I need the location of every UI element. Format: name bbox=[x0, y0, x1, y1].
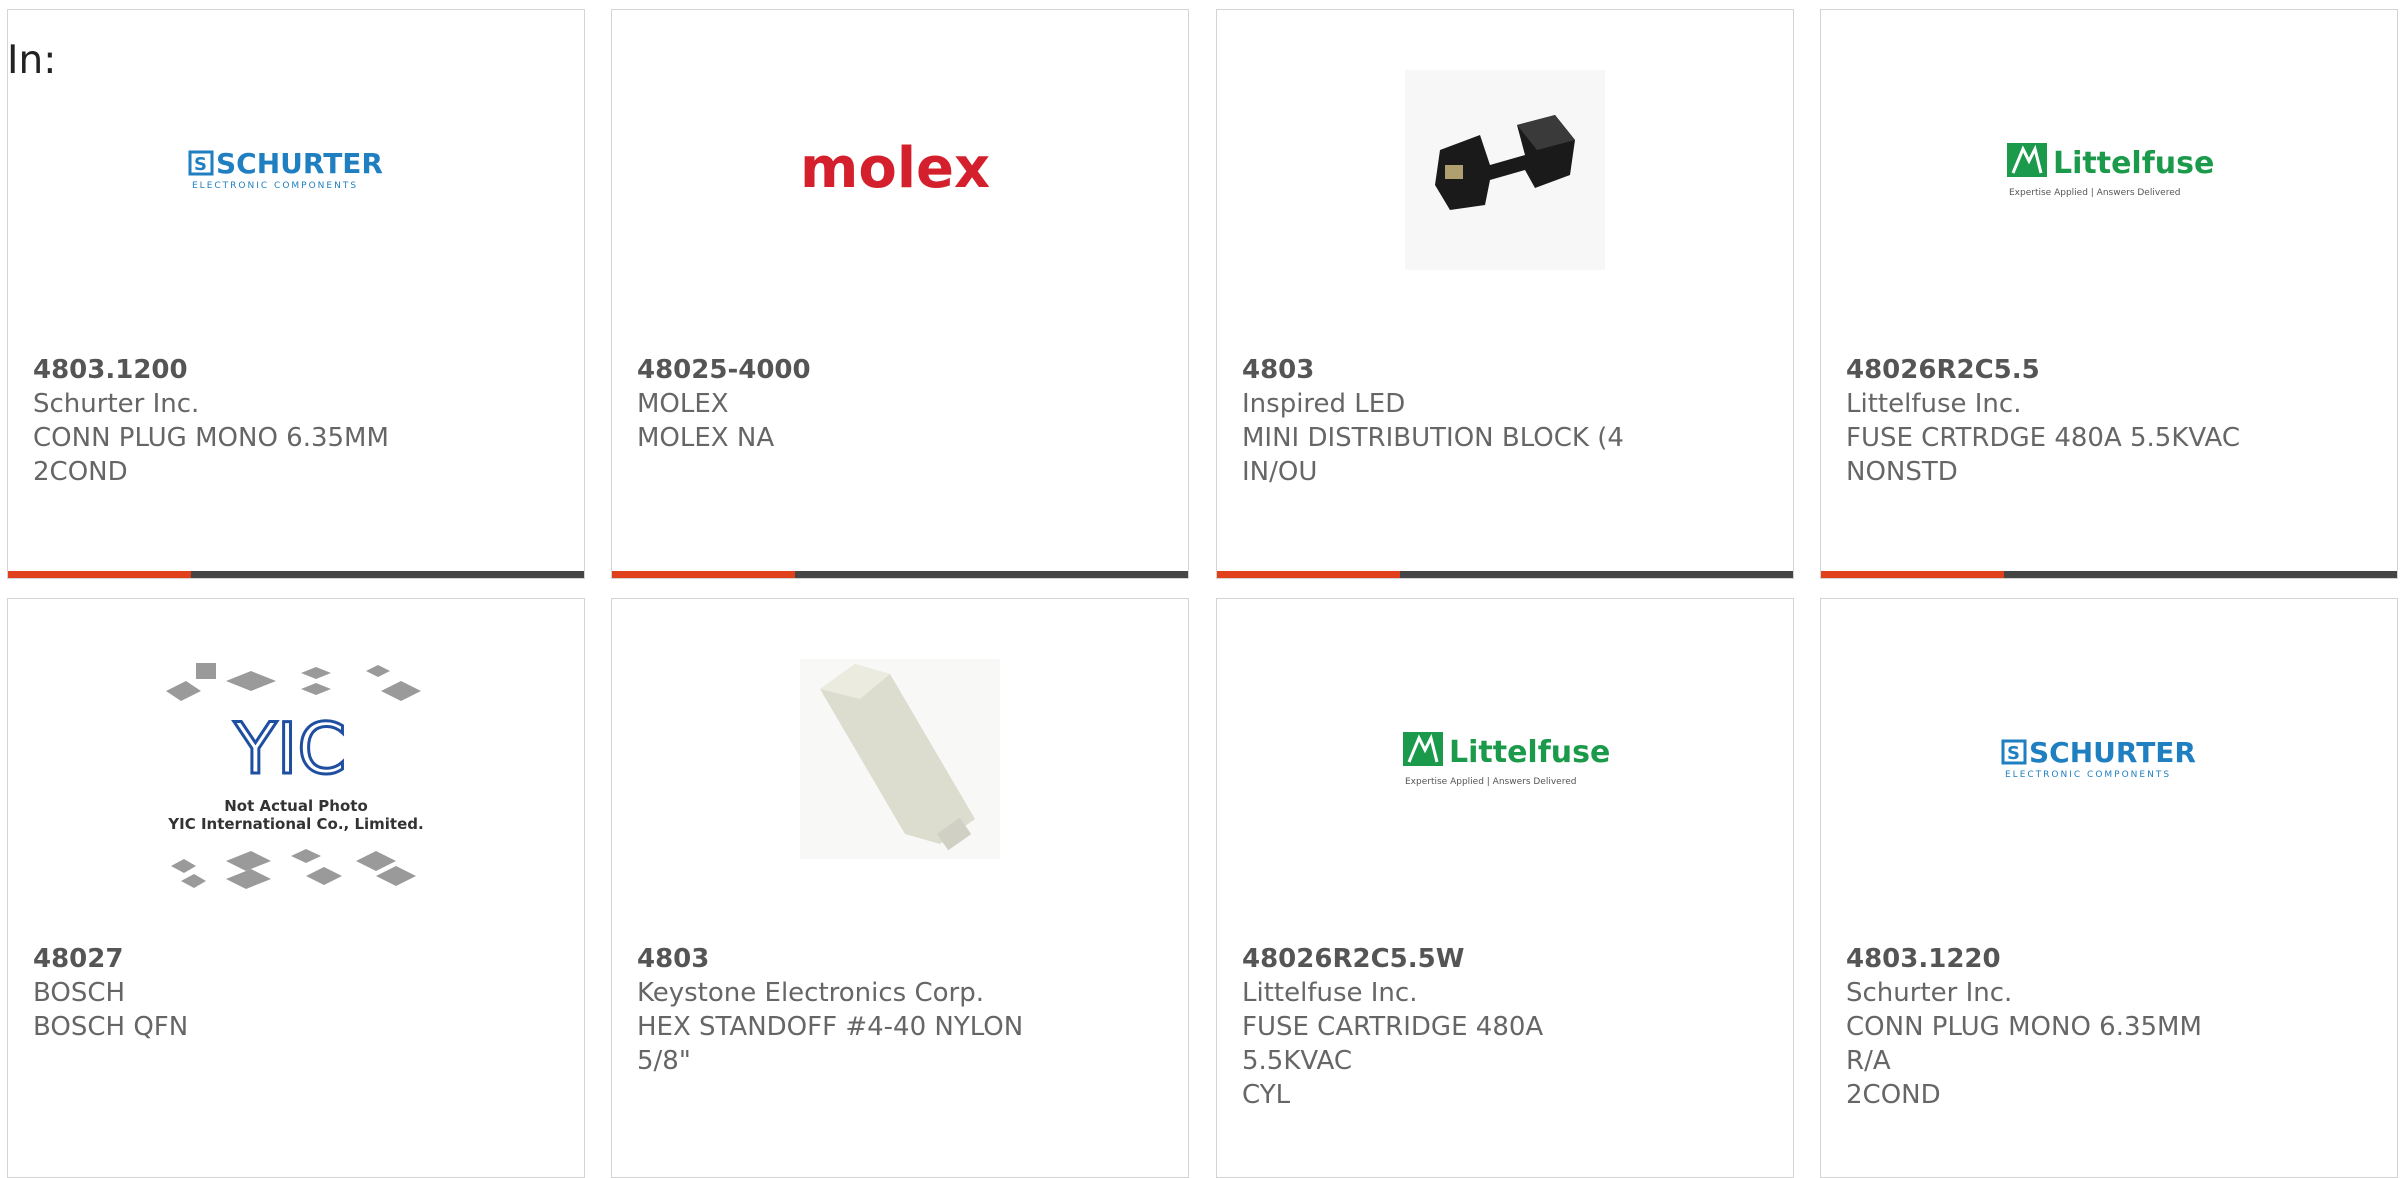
card-bar-accent bbox=[1217, 571, 1400, 578]
product-image[interactable] bbox=[1217, 50, 1793, 290]
description: CONN PLUG MONO 6.35MM bbox=[33, 423, 389, 453]
svg-text:Expertise Applied | Answers De: Expertise Applied | Answers Delivered bbox=[2009, 188, 2180, 198]
description: MOLEX NA bbox=[637, 423, 775, 453]
card-bar bbox=[8, 571, 584, 578]
svg-text:ELECTRONIC COMPONENTS: ELECTRONIC COMPONENTS bbox=[192, 181, 358, 191]
distribution-block-icon bbox=[1405, 70, 1605, 270]
manufacturer: Littelfuse Inc. bbox=[1846, 389, 2022, 419]
product-image[interactable]: S SCHURTER ELECTRONIC COMPONENTS bbox=[1821, 639, 2397, 879]
description: HEX STANDOFF #4-40 NYLON bbox=[637, 1012, 1024, 1042]
product-image[interactable]: Littelfuse Expertise Applied | Answers D… bbox=[1821, 50, 2397, 290]
littelfuse-logo-icon: Littelfuse Expertise Applied | Answers D… bbox=[1403, 732, 1610, 787]
card-bar bbox=[1821, 571, 2397, 578]
product-image[interactable]: molex bbox=[612, 50, 1188, 290]
schurter-logo-icon: S SCHURTER ELECTRONIC COMPONENTS bbox=[2001, 736, 2196, 780]
svg-text:S: S bbox=[194, 154, 207, 175]
manufacturer: BOSCH bbox=[33, 978, 126, 1008]
part-number-link[interactable]: 48026R2C5.5 bbox=[1846, 353, 2246, 387]
svg-text:SCHURTER: SCHURTER bbox=[216, 147, 383, 180]
svg-text:S: S bbox=[2007, 743, 2020, 764]
description: FUSE CARTRIDGE 480A 5.5KVAC bbox=[1242, 1012, 1544, 1076]
part-number-link[interactable]: 4803 bbox=[637, 942, 1037, 976]
description: BOSCH QFN bbox=[33, 1012, 189, 1042]
filter-label: In: bbox=[7, 38, 57, 83]
product-card[interactable]: 4803 Keystone Electronics Corp. HEX STAN… bbox=[611, 598, 1189, 1178]
part-number-link[interactable]: 4803 bbox=[1242, 353, 1642, 387]
svg-text:ELECTRONIC COMPONENTS: ELECTRONIC COMPONENTS bbox=[2005, 770, 2171, 780]
card-bar bbox=[612, 571, 1188, 578]
description-cont: 2COND bbox=[1846, 1080, 1941, 1110]
yic-placeholder-icon: YIC Not Actual Photo YIC International C… bbox=[166, 663, 424, 889]
description-cont: CYL bbox=[1242, 1080, 1291, 1110]
description-cont: NONSTD bbox=[1846, 457, 1958, 487]
product-card[interactable]: S SCHURTER ELECTRONIC COMPONENTS 4803.12… bbox=[7, 9, 585, 579]
card-bar-accent bbox=[1821, 571, 2004, 578]
product-card[interactable]: Littelfuse Expertise Applied | Answers D… bbox=[1820, 9, 2398, 579]
description-cont: IN/OU bbox=[1242, 457, 1318, 487]
card-bar bbox=[1217, 571, 1793, 578]
svg-text:molex: molex bbox=[800, 136, 990, 201]
svg-text:YIC International Co., Limited: YIC International Co., Limited. bbox=[167, 815, 423, 833]
manufacturer: MOLEX bbox=[637, 389, 729, 419]
product-card[interactable]: S SCHURTER ELECTRONIC COMPONENTS 4803.12… bbox=[1820, 598, 2398, 1178]
product-image[interactable]: Littelfuse Expertise Applied | Answers D… bbox=[1217, 639, 1793, 879]
littelfuse-logo-icon: Littelfuse Expertise Applied | Answers D… bbox=[2007, 143, 2214, 198]
part-number-link[interactable]: 4803.1220 bbox=[1846, 942, 2246, 976]
product-card[interactable]: YIC Not Actual Photo YIC International C… bbox=[7, 598, 585, 1178]
product-card[interactable]: 4803 Inspired LED MINI DISTRIBUTION BLOC… bbox=[1216, 9, 1794, 579]
manufacturer: Inspired LED bbox=[1242, 389, 1406, 419]
description: FUSE CRTRDGE 480A 5.5KVAC bbox=[1846, 423, 2240, 453]
product-card[interactable]: Littelfuse Expertise Applied | Answers D… bbox=[1216, 598, 1794, 1178]
description: CONN PLUG MONO 6.35MM R/A bbox=[1846, 1012, 2202, 1076]
product-image[interactable]: YIC Not Actual Photo YIC International C… bbox=[8, 651, 584, 911]
svg-text:Not Actual Photo: Not Actual Photo bbox=[224, 797, 368, 815]
card-bar-accent bbox=[612, 571, 795, 578]
schurter-logo-icon: S SCHURTER ELECTRONIC COMPONENTS bbox=[188, 147, 383, 191]
manufacturer: Schurter Inc. bbox=[33, 389, 200, 419]
part-number-link[interactable]: 48025-4000 bbox=[637, 353, 1037, 387]
product-card[interactable]: molex 48025-4000 MOLEX MOLEX NA bbox=[611, 9, 1189, 579]
description-cont: 2COND bbox=[33, 457, 128, 487]
manufacturer: Keystone Electronics Corp. bbox=[637, 978, 985, 1008]
product-image[interactable]: S SCHURTER ELECTRONIC COMPONENTS bbox=[8, 50, 584, 290]
svg-text:SCHURTER: SCHURTER bbox=[2029, 736, 2196, 769]
svg-text:Expertise Applied | Answers De: Expertise Applied | Answers Delivered bbox=[1405, 777, 1576, 787]
manufacturer: Schurter Inc. bbox=[1846, 978, 2013, 1008]
svg-text:Littelfuse: Littelfuse bbox=[1449, 735, 1610, 770]
description: MINI DISTRIBUTION BLOCK (4 bbox=[1242, 423, 1624, 453]
manufacturer: Littelfuse Inc. bbox=[1242, 978, 1418, 1008]
description-cont: 5/8" bbox=[637, 1046, 691, 1076]
part-number-link[interactable]: 48027 bbox=[33, 942, 433, 976]
molex-logo-icon: molex bbox=[800, 136, 990, 201]
svg-text:YIC: YIC bbox=[233, 708, 346, 790]
part-number-link[interactable]: 4803.1200 bbox=[33, 353, 433, 387]
product-image[interactable] bbox=[612, 639, 1188, 879]
svg-text:Littelfuse: Littelfuse bbox=[2053, 146, 2214, 181]
part-number-link[interactable]: 48026R2C5.5W bbox=[1242, 942, 1642, 976]
hex-standoff-icon bbox=[800, 659, 1000, 859]
card-bar-accent bbox=[8, 571, 191, 578]
